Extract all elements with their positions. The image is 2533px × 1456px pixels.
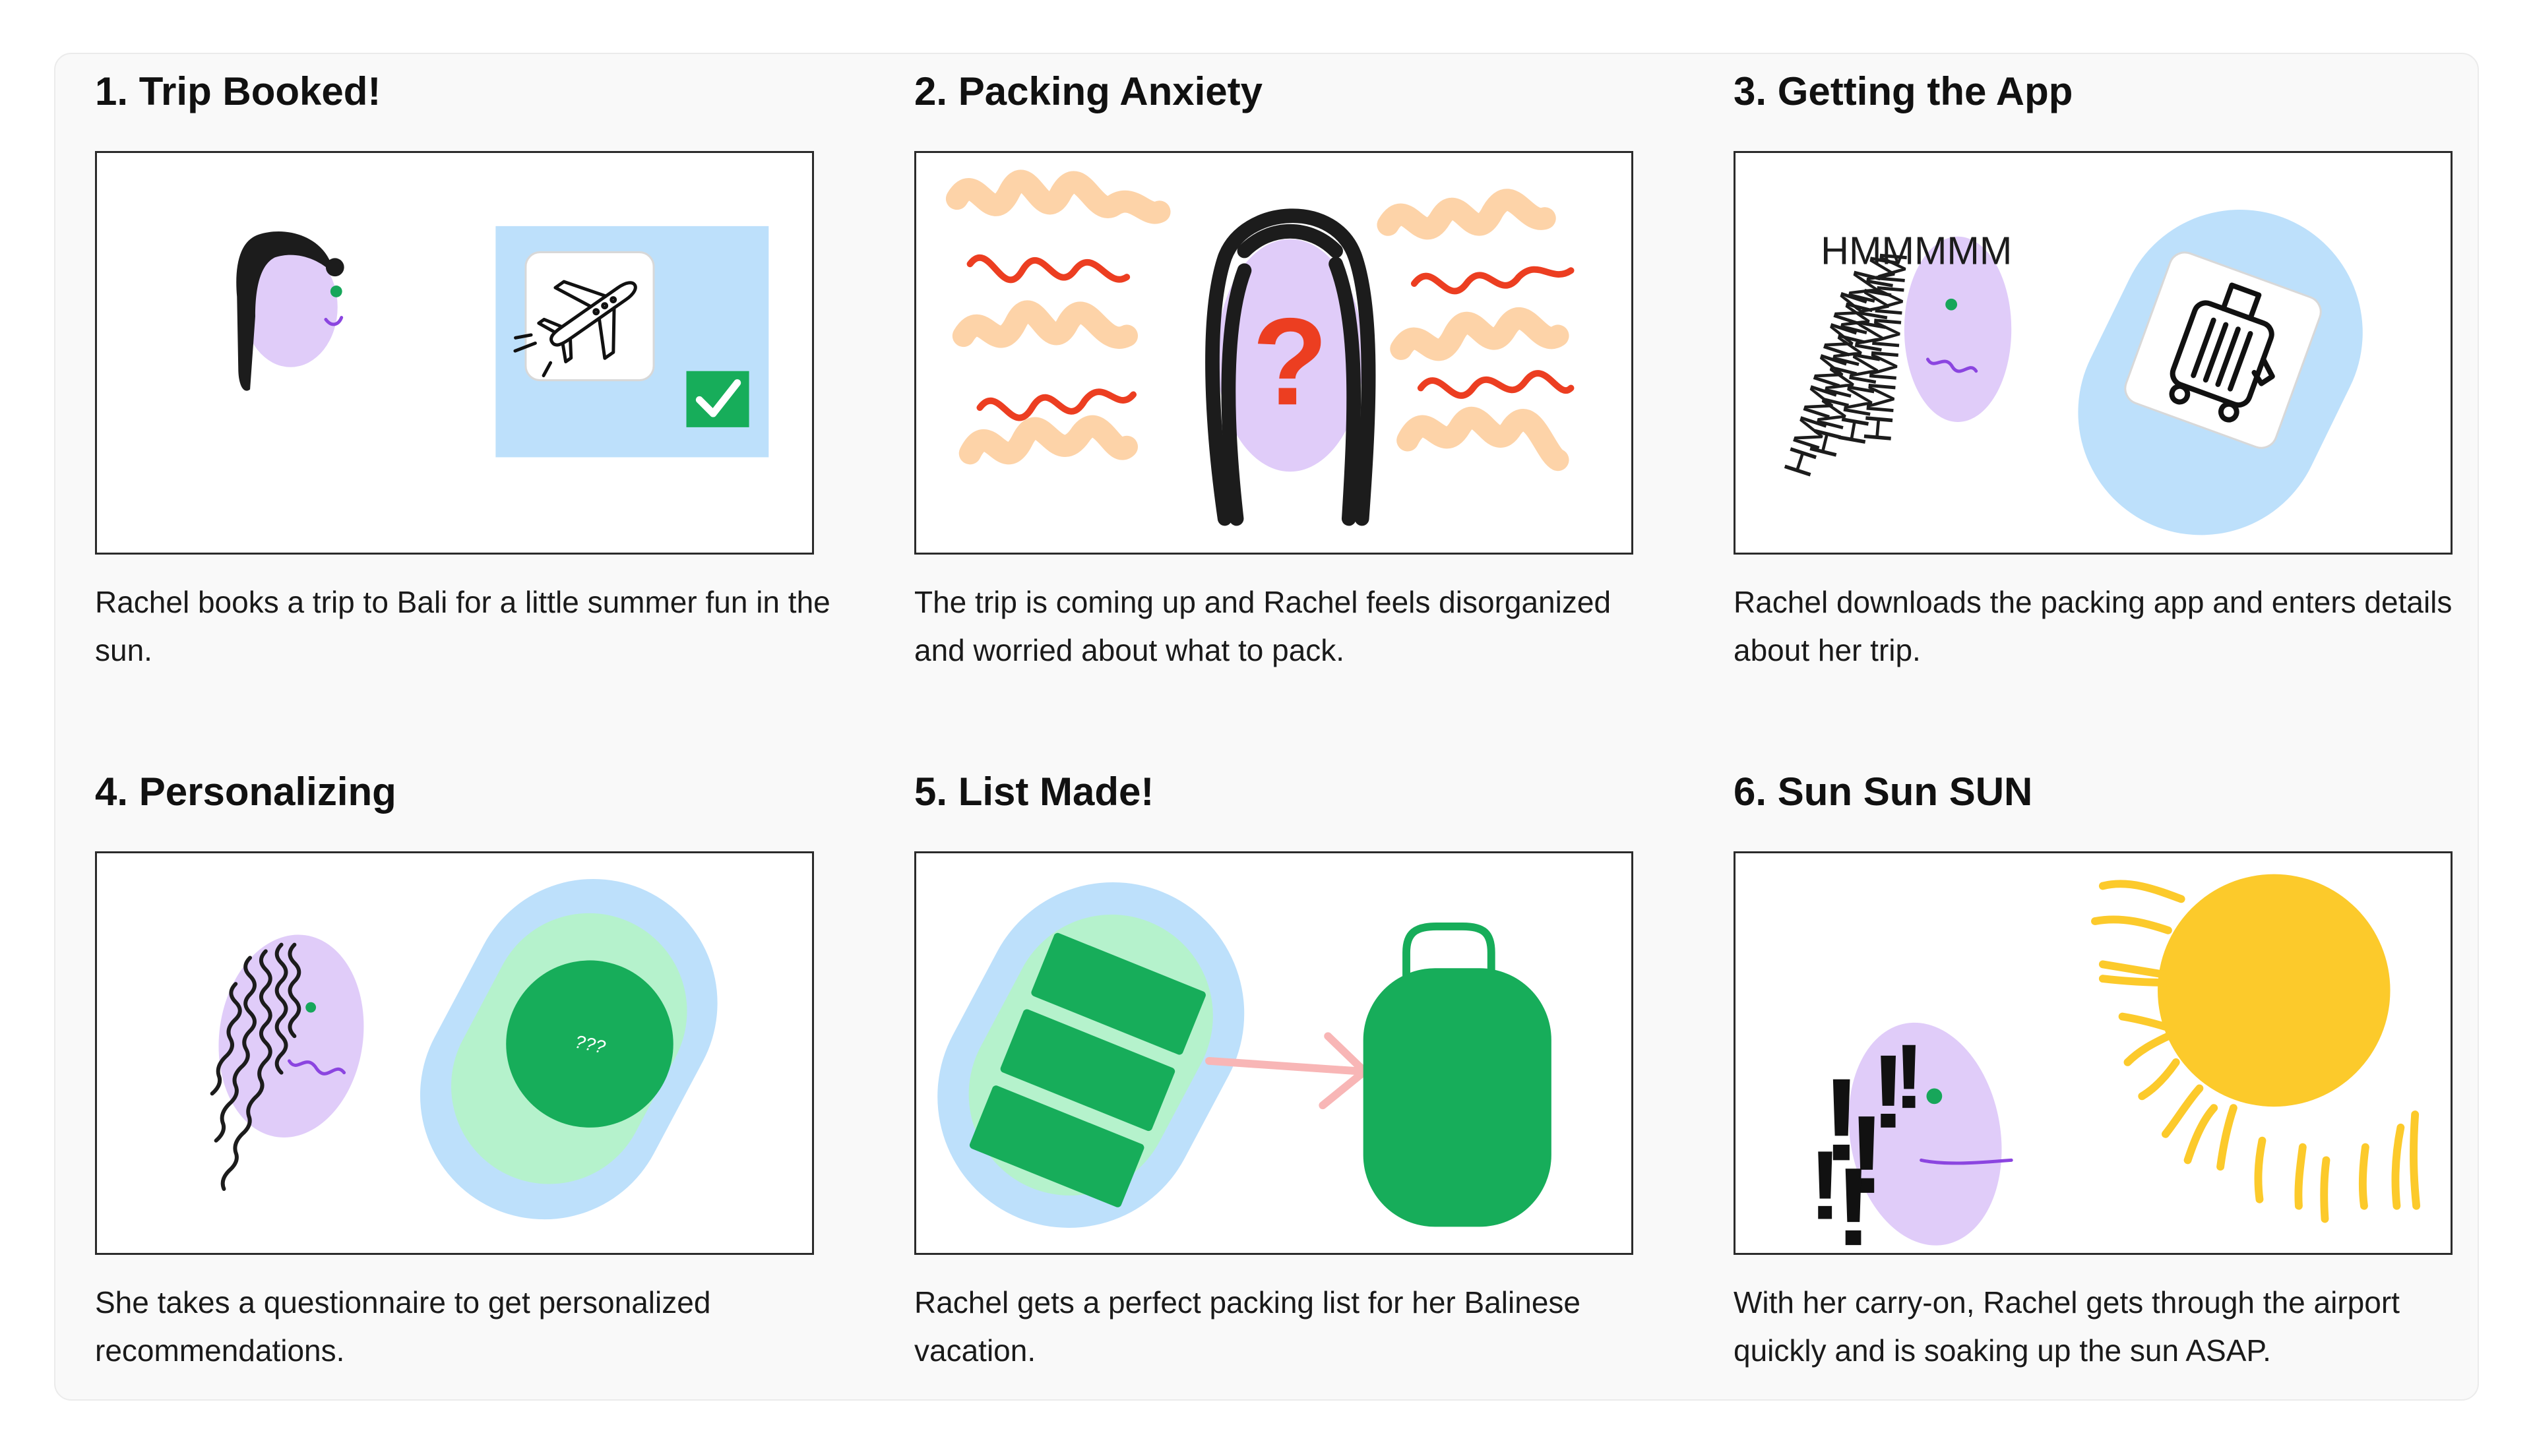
sun-illustration: ! ! ! ! ! ! xyxy=(1809,874,2421,1253)
getting-app-illustration: HMMMMM HMMMMM HMMMMM HMMMMM HMMMMM xyxy=(1775,210,2363,535)
panel-title: 3. Getting the App xyxy=(1734,69,2073,113)
thought-text: HMMMMM xyxy=(1821,228,2012,272)
panel-illustration: HMMMMM HMMMMM HMMMMM HMMMMM HMMMMM xyxy=(1734,151,2453,555)
svg-text:!: ! xyxy=(1894,1026,1924,1128)
panel-title: 5. List Made! xyxy=(914,770,1154,814)
packing-anxiety-illustration: ? xyxy=(945,169,1575,526)
panel-illustration: ! ! ! ! ! ! xyxy=(1734,851,2453,1255)
storyboard: 1. Trip Booked! Rachel books a trip to B… xyxy=(54,53,2479,1401)
panel-illustration: ??? xyxy=(95,851,814,1255)
panel-caption: She takes a questionnaire to get persona… xyxy=(95,1285,711,1368)
rachel-eye xyxy=(1945,298,1958,311)
panel-caption: With her carry-on, Rachel gets through t… xyxy=(1734,1285,2400,1368)
rachel-eye xyxy=(330,286,342,297)
panel-illustration xyxy=(95,151,814,555)
carry-on-bag xyxy=(1363,968,1551,1227)
ticket-card xyxy=(524,251,655,382)
question-mark: ? xyxy=(1252,292,1328,431)
sun xyxy=(2158,874,2391,1107)
panel-illustration: ? xyxy=(914,151,1633,555)
rachel-eye xyxy=(305,1002,317,1013)
panel-illustration xyxy=(914,851,1633,1255)
panel-title: 2. Packing Anxiety xyxy=(914,69,1263,113)
panel-title: 6. Sun Sun SUN xyxy=(1734,770,2033,814)
panel-caption: Rachel downloads the packing app and ent… xyxy=(1734,585,2453,667)
panel-caption: The trip is coming up and Rachel feels d… xyxy=(914,585,1611,667)
panel-caption: Rachel gets a perfect packing list for h… xyxy=(914,1285,1580,1368)
panel-title: 1. Trip Booked! xyxy=(95,69,381,113)
checkmark-box xyxy=(686,371,749,427)
thought-scribble: HMMMMM HMMMMM HMMMMM HMMMMM xyxy=(1775,250,1916,482)
panel-title: 4. Personalizing xyxy=(95,770,396,814)
svg-text:!: ! xyxy=(1809,1132,1841,1240)
list-made-illustration xyxy=(937,882,1551,1228)
rachel-eye xyxy=(1926,1088,1943,1105)
trip-booked-illustration xyxy=(236,226,769,458)
panel-caption: Rachel books a trip to Bali for a little… xyxy=(95,585,830,667)
personalizing-illustration: ??? xyxy=(210,878,718,1220)
